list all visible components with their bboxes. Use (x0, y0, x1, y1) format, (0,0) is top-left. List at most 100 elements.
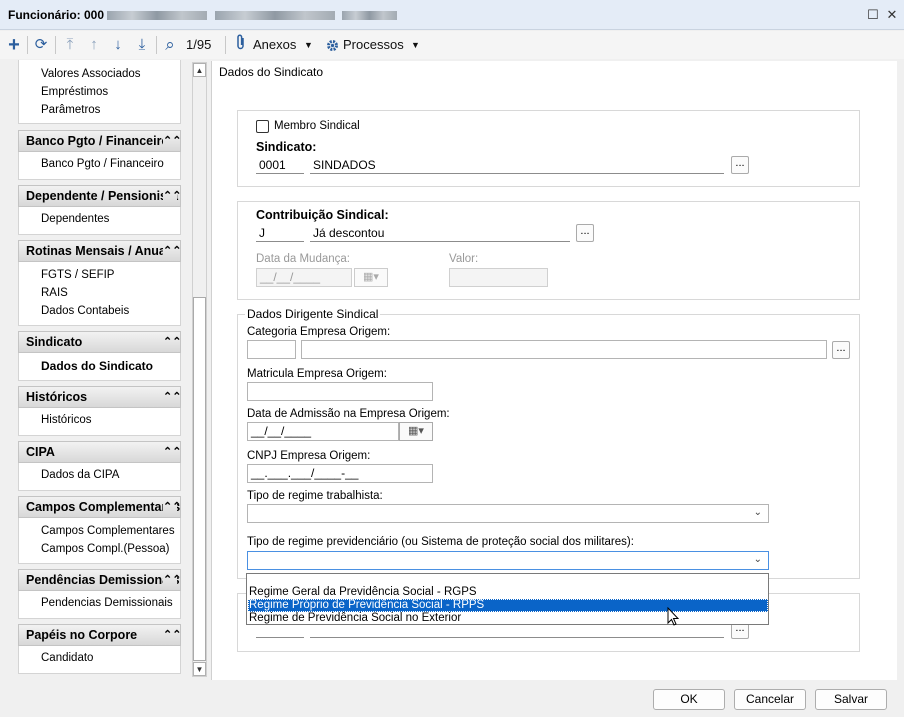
search-icon[interactable]: ⌕ (160, 34, 180, 56)
collapse-icon[interactable]: ⌃⌃ (163, 387, 180, 407)
collapse-icon[interactable]: ⌃⌃ (163, 131, 180, 151)
collapse-icon[interactable]: ⌃⌃ (163, 442, 180, 462)
sidebar-section-rotinas[interactable]: Rotinas Mensais / Anuais ⌃⌃ (18, 240, 181, 262)
refresh-icon[interactable]: ⟳ (31, 34, 51, 56)
matricula-label: Matricula Empresa Origem: (247, 368, 387, 380)
add-icon[interactable]: + (4, 34, 24, 56)
tipo-previdenciario-select[interactable]: ⌄ (247, 551, 769, 570)
sidebar-section-pendencias[interactable]: Pendências Demissionais ⌃⌃ (18, 569, 181, 591)
attachments-menu[interactable]: Anexos (253, 34, 296, 56)
sidebar-section-banco[interactable]: Banco Pgto / Financeiro ⌃⌃ (18, 130, 181, 152)
paperclip-icon[interactable] (236, 34, 246, 56)
redacted-employee-extra (342, 11, 398, 21)
collapse-icon[interactable]: ⌃⌃ (163, 241, 180, 261)
sidebar-item-rais[interactable]: RAIS (41, 287, 68, 299)
sidebar-item-campos-complementares[interactable]: Campos Complementares (41, 525, 175, 537)
dropdown-option-rpps[interactable]: Regime Próprio de Previdência Social - R… (248, 599, 768, 612)
sidebar-item-dados-contabeis[interactable]: Dados Contabeis (41, 305, 129, 317)
section-header-label: Dependente / Pensionista (26, 189, 179, 203)
contribuicao-desc-input[interactable]: Já descontou (310, 224, 570, 242)
collapse-icon[interactable]: ⌃⌃ (163, 186, 180, 206)
processes-dropdown-icon[interactable]: ▼ (411, 34, 420, 56)
record-counter: 1/95 (186, 37, 212, 52)
sidebar-item-candidato[interactable]: Candidato (41, 652, 93, 664)
cnpj-input[interactable]: __.___.___/____-__ (247, 464, 433, 483)
sidebar-item-parametros[interactable]: Parâmetros (41, 104, 100, 116)
sidebar-section-body: Campos Complementares Campos Compl.(Pess… (18, 518, 181, 564)
sindicato-name-input[interactable]: SINDADOS (310, 156, 724, 174)
sindicato-code-input[interactable]: 0001 (256, 156, 304, 174)
tipo-previdenciario-label: Tipo de regime previdenciário (ou Sistem… (247, 536, 634, 548)
sidebar-item-pendencias-demissionais[interactable]: Pendencias Demissionais (41, 597, 173, 609)
section-header-label: Históricos (26, 390, 88, 404)
sidebar-section-body: Banco Pgto / Financeiro (18, 152, 181, 180)
scroll-up-icon[interactable]: ▲ (193, 63, 206, 77)
categoria-label: Categoria Empresa Origem: (247, 326, 391, 338)
collapse-icon[interactable]: ⌃⌃ (163, 625, 180, 645)
categoria-code-input[interactable] (247, 340, 296, 359)
previous-record-icon[interactable]: ↑ (85, 34, 103, 56)
sidebar-section-campos-complementares[interactable]: Campos Complementares ⌃⌃ (18, 496, 181, 518)
sidebar-section-cipa[interactable]: CIPA ⌃⌃ (18, 441, 181, 463)
contribuicao-code-input[interactable]: J (256, 224, 304, 242)
first-record-icon[interactable]: ⤒ (61, 34, 79, 56)
next-record-icon[interactable]: ↓ (109, 34, 127, 56)
categoria-name-input[interactable] (301, 340, 827, 359)
tipo-previdenciario-dropdown: Regime Geral da Previdência Social - RGP… (246, 573, 769, 625)
close-icon[interactable]: ✕ (883, 6, 901, 24)
sidebar: Valores Associados Empréstimos Parâmetro… (0, 60, 190, 680)
sidebar-item-valores-associados[interactable]: Valores Associados (41, 68, 141, 80)
collapse-icon[interactable]: ⌃⌃ (163, 570, 180, 590)
contribuicao-lookup-button[interactable]: ... (576, 224, 594, 242)
scrollbar-thumb[interactable] (193, 297, 206, 661)
sidebar-section-dependente[interactable]: Dependente / Pensionista ⌃⌃ (18, 185, 181, 207)
cnpj-label: CNPJ Empresa Origem: (247, 450, 371, 462)
sidebar-item-fgts-sefip[interactable]: FGTS / SEFIP (41, 269, 114, 281)
dropdown-option-rgps[interactable]: Regime Geral da Previdência Social - RGP… (248, 586, 768, 599)
processes-menu[interactable]: Processos (343, 34, 404, 56)
tipo-trabalhista-select[interactable]: ⌄ (247, 504, 769, 523)
cancel-button[interactable]: Cancelar (734, 689, 806, 710)
sidebar-section-sindicato[interactable]: Sindicato ⌃⌃ (18, 331, 181, 353)
sidebar-item-dados-da-cipa[interactable]: Dados da CIPA (41, 469, 119, 481)
sidebar-section-body: Candidato (18, 646, 181, 674)
contribuicao-label: Contribuição Sindical: (256, 208, 389, 222)
scroll-down-icon[interactable]: ▼ (193, 662, 206, 676)
categoria-lookup-button[interactable]: ... (832, 341, 850, 359)
sidebar-item-dados-do-sindicato[interactable]: Dados do Sindicato (41, 359, 153, 373)
sindicato-lookup-button[interactable]: ... (731, 156, 749, 174)
calendar-icon[interactable]: ▦▾ (399, 422, 433, 441)
dropdown-option-exterior[interactable]: Regime de Previdência Social no Exterior (248, 612, 768, 625)
sidebar-scrollbar[interactable]: ▲ ▼ (192, 62, 207, 677)
gear-icon[interactable] (326, 34, 339, 56)
section-header-label: CIPA (26, 445, 55, 459)
toolbar-divider (156, 36, 157, 54)
data-mudanca-label: Data da Mudança: (256, 253, 350, 265)
sidebar-item-campos-compl-pessoa[interactable]: Campos Compl.(Pessoa) (41, 543, 169, 555)
membro-sindical-checkbox[interactable] (256, 120, 269, 133)
sidebar-item-banco-pgto[interactable]: Banco Pgto / Financeiro (41, 158, 164, 170)
window-title-text: Funcionário: 000 (8, 8, 105, 22)
chevron-down-icon: ⌄ (753, 507, 762, 518)
membro-sindical-label: Membro Sindical (274, 120, 360, 132)
data-admissao-input[interactable]: __/__/____ (247, 422, 399, 441)
sidebar-item-historicos[interactable]: Históricos (41, 414, 91, 426)
sidebar-item-emprestimos[interactable]: Empréstimos (41, 86, 108, 98)
section-header-label: Banco Pgto / Financeiro (26, 134, 170, 148)
window-title: Funcionário: 000 (8, 8, 398, 22)
collapse-icon[interactable]: ⌃⌃ (163, 497, 180, 517)
matricula-input[interactable] (247, 382, 433, 401)
sidebar-section-historicos[interactable]: Históricos ⌃⌃ (18, 386, 181, 408)
sidebar-section-body: Valores Associados Empréstimos Parâmetro… (18, 60, 181, 124)
valor-label: Valor: (449, 253, 479, 265)
data-admissao-label: Data de Admissão na Empresa Origem: (247, 408, 450, 420)
last-record-icon[interactable]: ⤓ (133, 34, 151, 56)
collapse-icon[interactable]: ⌃⌃ (163, 332, 180, 352)
window-titlebar: Funcionário: 000 ☐ ✕ (0, 0, 904, 30)
save-button[interactable]: Salvar (815, 689, 887, 710)
maximize-icon[interactable]: ☐ (864, 6, 882, 24)
attachments-dropdown-icon[interactable]: ▼ (304, 34, 313, 56)
sidebar-item-dependentes[interactable]: Dependentes (41, 213, 109, 225)
sidebar-section-papeis[interactable]: Papéis no Corpore ⌃⌃ (18, 624, 181, 646)
ok-button[interactable]: OK (653, 689, 725, 710)
